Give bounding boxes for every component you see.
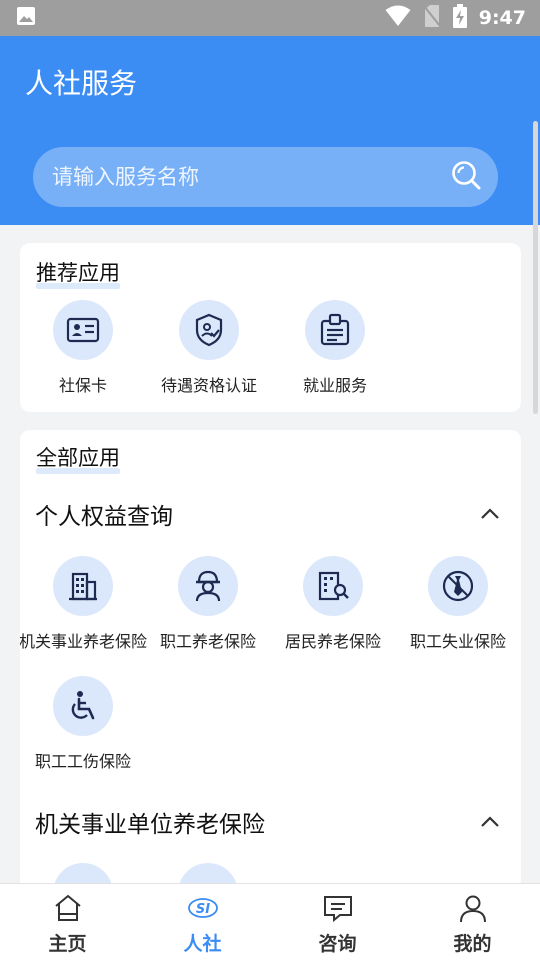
nav-consult[interactable]: 咨询	[270, 884, 405, 960]
app-label: 职工失业保险	[409, 632, 506, 651]
app-label: 社保卡	[58, 376, 107, 395]
recommend-card: 推荐应用 社保卡 待遇资格认证 就业服务	[20, 243, 521, 412]
recommend-title: 推荐应用	[36, 257, 120, 289]
status-time: 9:47	[478, 7, 526, 29]
nav-mine[interactable]: 我的	[405, 884, 540, 960]
image-icon	[16, 6, 36, 30]
page-title: 人社服务	[25, 67, 138, 100]
app-label: 就业服务	[302, 376, 367, 395]
no-sim-icon	[422, 5, 441, 31]
nav-label: 咨询	[318, 933, 357, 955]
header: 人社服务	[0, 36, 540, 225]
app-label: 待遇资格认证	[160, 376, 257, 395]
section-title: 个人权益查询	[35, 504, 173, 530]
badge-icon	[320, 313, 350, 346]
chevron-up-icon[interactable]	[479, 811, 501, 833]
app-institution-pension[interactable]: 机关事业养老保险	[20, 556, 148, 652]
worker-helmet-icon	[195, 570, 221, 602]
section-institution-pension[interactable]: 机关事业单位养老保险	[20, 802, 521, 842]
scrollbar[interactable]	[533, 121, 538, 414]
svg-text:SI: SI	[195, 902, 209, 917]
app-label: 机关事业养老保险	[20, 632, 148, 651]
app-social-security-card[interactable]: 社保卡	[20, 300, 146, 396]
app-benefit-qualification[interactable]: 待遇资格认证	[146, 300, 272, 396]
section-title: 机关事业单位养老保险	[35, 812, 265, 838]
search-icon[interactable]	[450, 159, 482, 195]
app-unemployment-insurance[interactable]: 职工失业保险	[395, 556, 521, 652]
si-logo-icon: SI	[187, 898, 218, 918]
status-bar: 9:47	[0, 0, 540, 36]
bottom-nav: 主页 SI 人社 咨询 我的	[0, 883, 540, 960]
nav-home[interactable]: 主页	[0, 884, 135, 960]
chat-icon	[323, 896, 352, 923]
user-icon	[459, 895, 486, 923]
app-work-injury-insurance[interactable]: 职工工伤保险	[20, 676, 146, 772]
chevron-up-icon[interactable]	[479, 503, 501, 525]
shield-check-icon	[195, 313, 223, 347]
search-bar[interactable]	[33, 147, 498, 207]
home-icon	[54, 894, 81, 921]
app-label: 职工养老保险	[159, 632, 256, 651]
unemployment-tie-icon	[442, 570, 474, 602]
nav-label: 人社	[183, 933, 222, 955]
app-label: 居民养老保险	[284, 632, 381, 651]
nav-social[interactable]: SI 人社	[135, 884, 270, 960]
wheelchair-icon	[71, 691, 95, 720]
nav-label: 我的	[453, 933, 492, 955]
search-input[interactable]	[52, 165, 450, 189]
section-personal-rights[interactable]: 个人权益查询	[20, 494, 521, 534]
app-label: 职工工伤保险	[34, 752, 131, 771]
id-card-icon	[66, 317, 100, 343]
wifi-icon	[385, 5, 411, 31]
nav-label: 主页	[48, 933, 87, 955]
app-worker-pension[interactable]: 职工养老保险	[145, 556, 271, 652]
app-employment-service[interactable]: 就业服务	[272, 300, 398, 396]
all-apps-card: 全部应用 个人权益查询 机关事业养老保险 职工养老保险 居民养老保险 职工失业保…	[20, 430, 521, 890]
resident-search-icon	[318, 571, 349, 601]
battery-charging-icon	[452, 4, 467, 32]
app-resident-pension[interactable]: 居民养老保险	[270, 556, 396, 652]
all-apps-title: 全部应用	[36, 442, 120, 474]
office-building-icon	[69, 572, 97, 601]
